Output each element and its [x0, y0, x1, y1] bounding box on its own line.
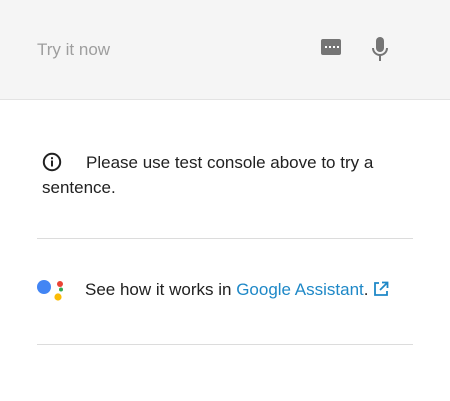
- try-it-bar: [0, 0, 450, 100]
- info-text: Please use test console above to try a s…: [42, 153, 374, 197]
- microphone-button[interactable]: [366, 34, 394, 66]
- divider: [37, 344, 413, 345]
- assistant-row: See how it works in Google Assistant.: [36, 276, 426, 306]
- google-assistant-link[interactable]: Google Assistant: [236, 280, 364, 299]
- divider: [37, 238, 413, 239]
- external-link-icon[interactable]: [373, 281, 389, 297]
- try-it-input[interactable]: [37, 36, 297, 64]
- assistant-text: See how it works in Google Assistant.: [85, 278, 389, 302]
- info-icon: [42, 152, 62, 172]
- keyboard-icon: [321, 39, 341, 55]
- assistant-prefix: See how it works in: [85, 280, 237, 299]
- info-message: Please use test console above to try a s…: [42, 150, 422, 200]
- google-assistant-logo: [37, 280, 63, 301]
- keyboard-button[interactable]: [318, 34, 344, 60]
- microphone-icon: [372, 37, 388, 61]
- assistant-suffix: .: [363, 280, 369, 299]
